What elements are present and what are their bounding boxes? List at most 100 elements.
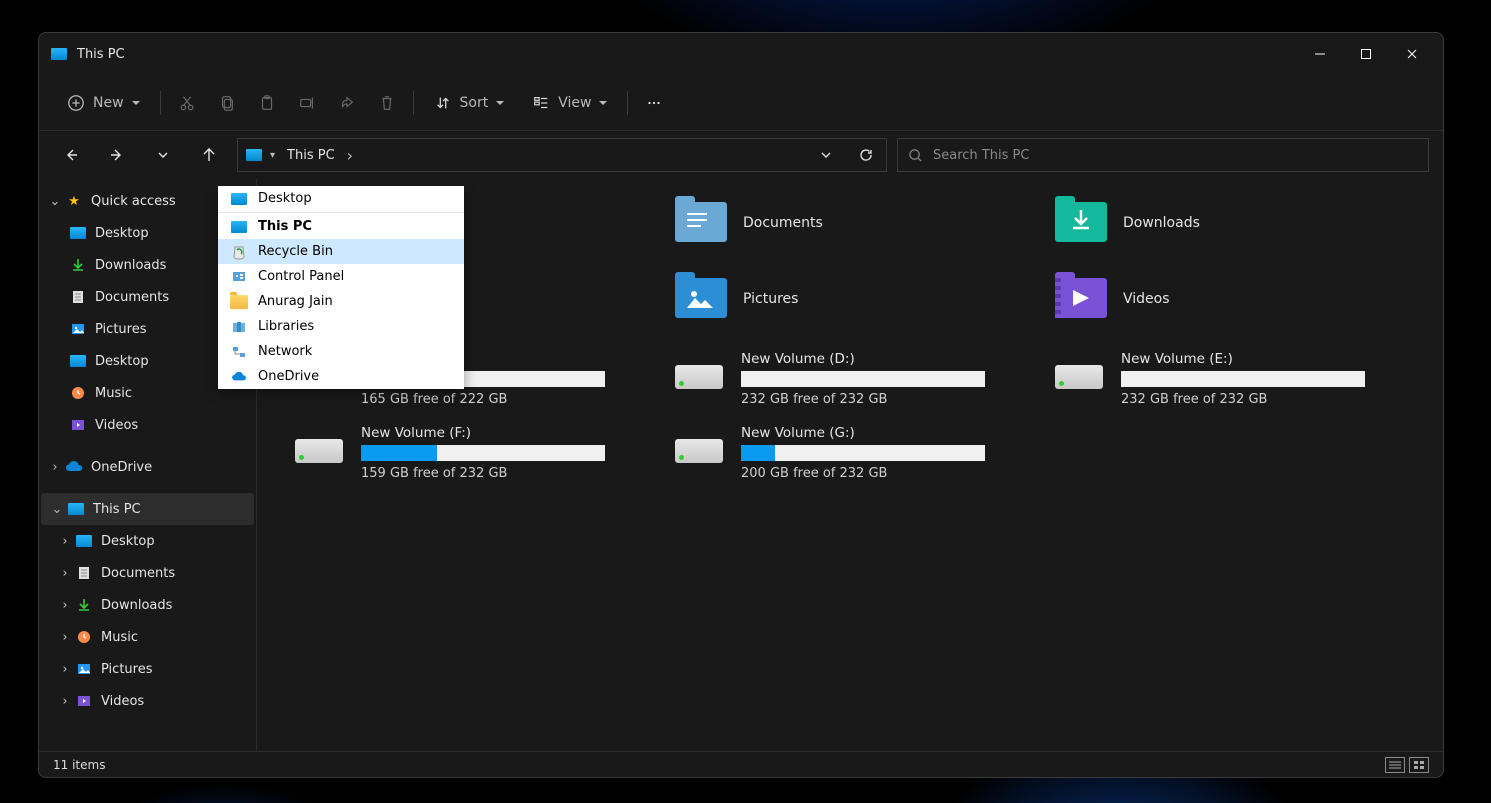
chevron-down-icon	[599, 101, 607, 109]
this-pc-icon	[246, 149, 262, 161]
sidebar-pc-item[interactable]: ›Downloads	[39, 589, 256, 621]
drive-icon	[675, 431, 723, 469]
share-button[interactable]	[327, 85, 367, 121]
item-icon	[230, 343, 248, 361]
chevron-right-icon[interactable]: ›	[57, 597, 73, 613]
chevron-right-icon[interactable]: ›	[343, 146, 357, 165]
copy-button[interactable]	[207, 85, 247, 121]
new-button[interactable]: New	[53, 85, 154, 121]
sort-label: Sort	[460, 95, 489, 111]
sidebar-pc-item[interactable]: ›Desktop	[39, 525, 256, 557]
new-label: New	[93, 95, 124, 111]
sidebar-pc-item[interactable]: ›Music	[39, 621, 256, 653]
refresh-button[interactable]	[846, 139, 886, 171]
folder-item[interactable]: Videos	[1055, 269, 1365, 329]
chevron-right-icon[interactable]: ›	[47, 459, 63, 475]
folder-icon	[75, 596, 93, 614]
chevron-down-icon	[496, 101, 504, 109]
file-explorer-window: This PC New Sort View	[38, 32, 1444, 778]
search-input[interactable]: Search This PC	[897, 138, 1429, 172]
view-label: View	[558, 95, 591, 111]
drive-item[interactable]: New Volume (G:) 200 GB free of 232 GB	[675, 425, 985, 481]
search-placeholder: Search This PC	[933, 148, 1029, 163]
chevron-right-icon[interactable]: ›	[57, 629, 73, 645]
titlebar[interactable]: This PC	[39, 33, 1443, 75]
tiles-view-button[interactable]	[1409, 757, 1429, 773]
window-title: This PC	[77, 47, 125, 62]
folder-icon	[675, 202, 727, 244]
folder-icon	[69, 288, 87, 306]
paste-button[interactable]	[247, 85, 287, 121]
chevron-down-icon[interactable]: ⌄	[47, 193, 63, 209]
folder-icon	[75, 660, 93, 678]
this-pc-icon	[51, 48, 67, 60]
minimize-button[interactable]	[1297, 33, 1343, 75]
dropdown-item[interactable]: Anurag Jain	[218, 289, 464, 314]
details-view-button[interactable]	[1385, 757, 1405, 773]
item-icon	[230, 190, 248, 208]
dropdown-item[interactable]: Control Panel	[218, 264, 464, 289]
recent-button[interactable]	[145, 137, 181, 173]
chevron-right-icon[interactable]: ›	[57, 661, 73, 677]
forward-button[interactable]	[99, 137, 135, 173]
breadcrumb[interactable]: This PC	[279, 148, 343, 163]
delete-button[interactable]	[367, 85, 407, 121]
folder-item[interactable]: Downloads	[1055, 193, 1365, 253]
drive-item[interactable]: New Volume (D:) 232 GB free of 232 GB	[675, 351, 985, 407]
item-icon	[230, 243, 248, 261]
folder-item[interactable]: Documents	[675, 193, 985, 253]
dropdown-item[interactable]: Libraries	[218, 314, 464, 339]
dropdown-item[interactable]: OneDrive	[218, 364, 464, 389]
sidebar-pc-item[interactable]: ›Pictures	[39, 653, 256, 685]
item-icon	[230, 218, 248, 236]
drive-label: New Volume (D:)	[741, 351, 985, 367]
close-button[interactable]	[1389, 33, 1435, 75]
chevron-right-icon[interactable]: ›	[57, 533, 73, 549]
sidebar-onedrive[interactable]: › OneDrive	[39, 451, 256, 483]
drive-free-text: 232 GB free of 232 GB	[1121, 392, 1365, 407]
sort-button[interactable]: Sort	[420, 85, 519, 121]
up-button[interactable]	[191, 137, 227, 173]
item-icon	[230, 318, 248, 336]
drive-free-text: 200 GB free of 232 GB	[741, 466, 985, 481]
drive-usage-bar	[741, 371, 985, 387]
history-dropdown-button[interactable]	[806, 139, 846, 171]
view-button[interactable]: View	[518, 85, 621, 121]
chevron-down-icon[interactable]: ▾	[266, 150, 279, 161]
folder-icon	[1055, 202, 1107, 244]
drive-icon	[1055, 357, 1103, 395]
sidebar-pc-item[interactable]: ›Videos	[39, 685, 256, 717]
chevron-right-icon[interactable]: ›	[57, 565, 73, 581]
drive-label: New Volume (E:)	[1121, 351, 1365, 367]
dropdown-item[interactable]: Desktop	[218, 186, 464, 211]
chevron-down-icon	[132, 101, 140, 109]
star-icon: ★	[65, 192, 83, 210]
address-bar[interactable]: ▾ This PC ›	[237, 138, 887, 172]
chevron-right-icon[interactable]: ›	[57, 693, 73, 709]
maximize-button[interactable]	[1343, 33, 1389, 75]
cut-button[interactable]	[167, 85, 207, 121]
sidebar-pc-item[interactable]: ›Documents	[39, 557, 256, 589]
sidebar-qa-item[interactable]: Videos	[39, 409, 256, 441]
dropdown-item[interactable]: Recycle Bin	[218, 239, 464, 264]
drive-usage-bar	[1121, 371, 1365, 387]
rename-button[interactable]	[287, 85, 327, 121]
folder-icon	[75, 564, 93, 582]
folder-icon	[75, 692, 93, 710]
drive-free-text: 232 GB free of 232 GB	[741, 392, 985, 407]
back-button[interactable]	[53, 137, 89, 173]
navigation-row: ▾ This PC › Search This PC	[39, 131, 1443, 179]
more-button[interactable]	[634, 85, 674, 121]
dropdown-item[interactable]: Network	[218, 339, 464, 364]
item-icon	[230, 368, 248, 386]
drive-label: New Volume (F:)	[361, 425, 605, 441]
folder-icon	[69, 384, 87, 402]
item-icon	[230, 268, 248, 286]
folder-item[interactable]: Pictures	[675, 269, 985, 329]
chevron-down-icon[interactable]: ⌄	[49, 501, 65, 517]
drive-item[interactable]: New Volume (F:) 159 GB free of 232 GB	[295, 425, 605, 481]
sidebar-this-pc[interactable]: ⌄ This PC	[41, 493, 254, 525]
address-dropdown: Desktop This PCRecycle BinControl PanelAn…	[218, 186, 464, 389]
dropdown-item[interactable]: This PC	[218, 214, 464, 239]
drive-item[interactable]: New Volume (E:) 232 GB free of 232 GB	[1055, 351, 1365, 407]
